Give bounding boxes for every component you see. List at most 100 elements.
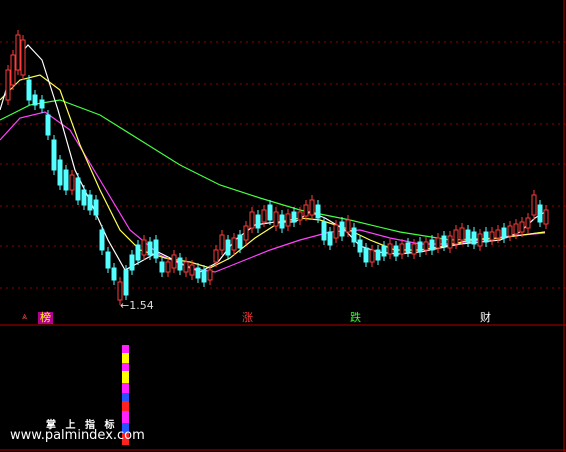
candle — [501, 227, 507, 239]
candle — [309, 199, 315, 216]
candle — [123, 269, 129, 296]
signal-badge-die: 跌 — [348, 311, 363, 324]
candle — [537, 204, 543, 223]
candle — [291, 211, 297, 223]
candle — [147, 241, 153, 256]
candle — [171, 254, 177, 269]
candle — [429, 239, 435, 251]
candle — [5, 69, 11, 101]
candle — [201, 269, 207, 283]
signal-badge-zhang: 涨 — [240, 311, 255, 324]
candle — [393, 245, 399, 257]
candle — [20, 39, 26, 76]
candle — [423, 241, 429, 251]
candle — [219, 234, 225, 251]
candle — [177, 257, 183, 271]
indicator-bar-segment — [122, 401, 129, 411]
candle — [249, 211, 255, 229]
candle — [285, 213, 291, 227]
candle — [483, 231, 489, 243]
candle — [297, 211, 303, 221]
candle — [153, 239, 159, 259]
candle — [441, 235, 447, 247]
low-price-annotation: ←1.54 — [120, 299, 154, 312]
candle — [507, 225, 513, 237]
candle — [525, 217, 531, 229]
candle — [15, 34, 21, 71]
candle — [399, 243, 405, 255]
candle — [183, 261, 189, 273]
candle — [321, 221, 327, 241]
candle — [279, 214, 285, 229]
indicator-bar-segment — [122, 393, 129, 401]
candle — [453, 229, 459, 245]
signal-badge-cai: 财 — [478, 311, 493, 324]
candle — [63, 169, 69, 191]
price-panel — [0, 0, 566, 452]
candle — [255, 214, 261, 229]
candle — [327, 231, 333, 246]
candle — [375, 249, 381, 261]
candle — [10, 54, 16, 86]
candle — [225, 239, 231, 256]
candle — [243, 225, 249, 241]
signal-marker-icon: ⩓ — [22, 312, 28, 322]
candle — [351, 227, 357, 243]
candle — [543, 209, 549, 225]
candle — [261, 209, 267, 223]
candle — [26, 79, 32, 101]
candle — [477, 233, 483, 247]
candle — [57, 159, 63, 186]
candle — [189, 264, 195, 276]
candle — [459, 227, 465, 241]
candle — [357, 239, 363, 253]
candle — [75, 177, 81, 201]
candle — [45, 114, 51, 136]
candle — [315, 204, 321, 219]
candle — [447, 235, 453, 249]
candle — [345, 219, 351, 233]
candle — [369, 249, 375, 263]
candle — [141, 239, 147, 256]
candle — [363, 247, 369, 263]
candle — [513, 223, 519, 235]
candle — [99, 229, 105, 251]
candle — [135, 244, 141, 261]
candle — [333, 224, 339, 239]
candle — [531, 194, 537, 216]
candle — [165, 261, 171, 273]
candle — [39, 99, 45, 109]
candle — [87, 194, 93, 211]
candle — [417, 241, 423, 253]
candle — [105, 251, 111, 269]
indicator-bar-segment — [122, 353, 129, 363]
candle — [231, 237, 237, 251]
candle — [81, 189, 87, 206]
indicator-bar-segment — [122, 345, 129, 353]
candle — [129, 254, 135, 271]
watermark-url: www.palmindex.com — [10, 428, 145, 443]
candle — [339, 221, 345, 237]
candle — [519, 221, 525, 233]
chart-canvas — [0, 0, 566, 452]
candle — [267, 204, 273, 221]
candle — [69, 174, 75, 191]
candle — [237, 234, 243, 249]
candle — [93, 199, 99, 216]
signal-badge-bang: 榜 — [38, 311, 53, 324]
candle — [495, 229, 501, 239]
candle — [117, 281, 123, 301]
indicator-bar-segment — [122, 411, 129, 423]
candle — [405, 242, 411, 253]
candle — [195, 267, 201, 279]
indicator-bar-segment — [122, 383, 129, 393]
indicator-bar-segment — [122, 363, 129, 371]
candle — [435, 237, 441, 249]
candle — [381, 245, 387, 257]
candle — [411, 243, 417, 255]
candle — [489, 231, 495, 241]
candle — [111, 267, 117, 281]
candle — [303, 204, 309, 217]
candle — [273, 211, 279, 227]
candle — [207, 269, 213, 281]
